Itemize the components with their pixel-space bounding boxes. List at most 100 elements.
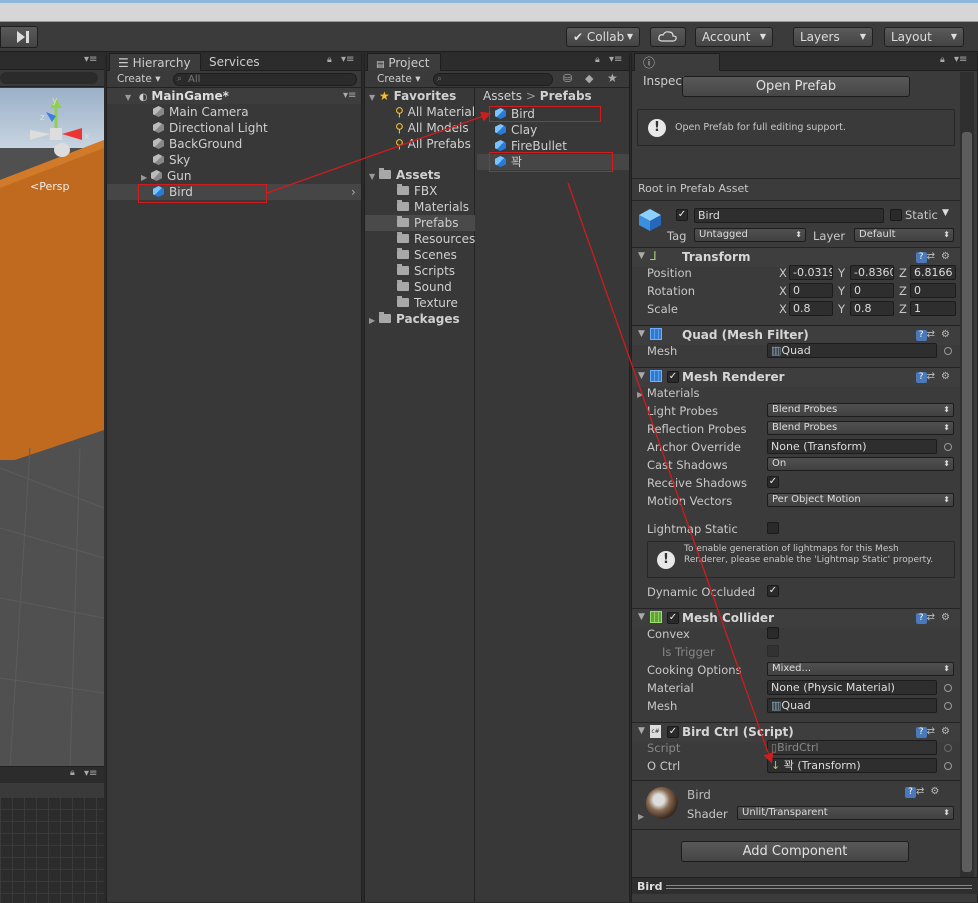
receive-shadows-checkbox[interactable]: ✓ [767, 476, 779, 488]
lock-icon[interactable]: 🔒︎ [940, 55, 945, 65]
list-item[interactable]: Main Camera [153, 104, 249, 120]
collab-button[interactable]: ✔ Collab ▼ [566, 27, 640, 47]
motion-vectors-dropdown[interactable]: Per Object Motion [767, 493, 954, 507]
position-z-field[interactable]: 6.8166 [910, 265, 956, 280]
scale-x-field[interactable]: 0.8 [789, 301, 833, 316]
bird-ctrl-enabled-checkbox[interactable]: ✓ [667, 726, 679, 738]
tab-services[interactable]: Services [201, 53, 268, 71]
chevron-right-icon[interactable]: › [351, 184, 356, 200]
preset-icon[interactable]: ⇄ [927, 726, 941, 737]
help-icon[interactable]: ? [915, 727, 927, 738]
scene-root-row[interactable]: ▼ ◐ MainGame* ▾≡ [107, 88, 361, 104]
help-icon[interactable]: ? [915, 372, 927, 383]
list-item[interactable]: Directional Light [153, 120, 268, 136]
persp-label[interactable]: <Persp [30, 180, 69, 193]
collapse-arrow-icon[interactable]: ▼ [638, 371, 645, 381]
inspector-scrollbar[interactable] [960, 72, 974, 884]
active-checkbox[interactable]: ✓ [676, 209, 688, 221]
help-icon[interactable]: ? [905, 787, 916, 798]
expand-arrow-icon[interactable]: ▼ [369, 90, 379, 106]
transform-header[interactable]: ▼ ⅃ Transform ? ⇄⚙ [632, 247, 960, 267]
help-icon[interactable]: ? [915, 330, 927, 341]
folder-item[interactable]: Sound [397, 279, 452, 295]
position-y-field[interactable]: -0.8360 [850, 265, 894, 280]
static-dropdown-icon[interactable]: ▼ [942, 208, 949, 218]
lock-icon[interactable]: 🔒︎ [327, 55, 332, 65]
favorite-star-icon[interactable]: ★ [607, 71, 618, 85]
mesh-collider-enabled-checkbox[interactable]: ✓ [667, 612, 679, 624]
breadcrumb-root[interactable]: Assets [483, 89, 522, 103]
lock-icon[interactable]: 🔒︎ [595, 55, 600, 65]
collapse-arrow-icon[interactable]: ▼ [638, 329, 645, 339]
panel-menu-icon[interactable]: ▾≡ [341, 54, 354, 65]
preset-icon[interactable]: ⇄ [927, 329, 941, 340]
layer-dropdown[interactable]: Default [854, 228, 954, 242]
help-icon[interactable]: ? [915, 252, 927, 263]
panel-menu-icon[interactable]: ▾≡ [84, 54, 97, 65]
list-item[interactable]: BackGround [153, 136, 242, 152]
rotation-y-field[interactable]: 0 [850, 283, 894, 298]
position-x-field[interactable]: -0.0319 [789, 265, 833, 280]
open-prefab-button[interactable]: Open Prefab [682, 76, 910, 97]
preset-icon[interactable]: ⇄ [927, 371, 941, 382]
expand-arrow-icon[interactable]: ▼ [369, 169, 379, 185]
octrl-field[interactable]: ↓ 꽉 (Transform) [767, 758, 937, 773]
project-search-input[interactable]: ⌕ [433, 73, 553, 86]
scale-y-field[interactable]: 0.8 [850, 301, 894, 316]
lightmap-static-checkbox[interactable] [767, 522, 779, 534]
cloud-button[interactable] [650, 27, 686, 47]
cooking-options-dropdown[interactable]: Mixed... [767, 662, 954, 676]
mesh-collider-header[interactable]: ▼ ✓ Mesh Collider ? ⇄⚙ [632, 608, 960, 628]
create-dropdown[interactable]: Create ▾ [377, 72, 421, 86]
create-dropdown[interactable]: Create ▾ [117, 72, 161, 86]
tab-project[interactable]: ▤ Project [367, 53, 441, 71]
materials-foldout[interactable]: ▶ Materials [637, 386, 700, 400]
object-picker-icon[interactable] [944, 702, 952, 710]
panel-menu-icon[interactable]: ▾≡ [609, 54, 622, 65]
collapse-arrow-icon[interactable]: ▼ [638, 726, 645, 736]
reflection-probes-dropdown[interactable]: Blend Probes [767, 421, 954, 435]
bird-ctrl-header[interactable]: ▼ c# ✓ Bird Ctrl (Script) ? ⇄⚙ [632, 722, 960, 742]
panel-menu-icon[interactable]: ▾≡ [954, 54, 967, 65]
folder-item[interactable]: Resources [397, 231, 475, 247]
preset-icon[interactable]: ⇄ [927, 612, 941, 623]
favorites-header[interactable]: ▼ ★ Favorites [369, 88, 456, 104]
favorite-item[interactable]: ⚲ All Prefabs [395, 136, 471, 152]
tag-dropdown[interactable]: Untagged [694, 228, 806, 242]
convex-checkbox[interactable] [767, 627, 779, 639]
object-picker-icon[interactable] [944, 443, 952, 451]
gear-icon[interactable]: ⚙ [930, 786, 945, 797]
folder-item[interactable]: Scripts [397, 263, 455, 279]
mesh-renderer-enabled-checkbox[interactable]: ✓ [667, 371, 679, 383]
collapse-arrow-icon[interactable]: ▼ [638, 612, 645, 622]
filter-label-icon[interactable]: ◆ [585, 72, 593, 85]
breadcrumb-leaf[interactable]: Prefabs [540, 89, 592, 103]
folder-item[interactable]: Scenes [397, 247, 457, 263]
preset-icon[interactable]: ⇄ [916, 786, 930, 797]
dynamic-occluded-checkbox[interactable]: ✓ [767, 585, 779, 597]
rotation-x-field[interactable]: 0 [789, 283, 833, 298]
gear-icon[interactable]: ⚙ [941, 726, 956, 737]
physic-material-field[interactable]: None (Physic Material) [767, 680, 937, 695]
preset-icon[interactable]: ⇄ [927, 251, 941, 262]
scene-gizmo[interactable]: y x z [26, 94, 96, 164]
gear-icon[interactable]: ⚙ [941, 329, 956, 340]
mesh-renderer-header[interactable]: ▼ ✓ Mesh Renderer ? ⇄⚙ [632, 367, 960, 387]
expand-arrow-icon[interactable]: ▶ [638, 812, 644, 821]
expand-arrow-icon[interactable]: ▼ [125, 90, 135, 106]
shader-dropdown[interactable]: Unlit/Transparent [737, 806, 954, 820]
list-item[interactable]: ▶ Gun [141, 168, 192, 184]
object-name-input[interactable]: Bird [694, 208, 884, 223]
expand-arrow-icon[interactable]: ▶ [369, 313, 379, 329]
object-picker-icon[interactable] [944, 684, 952, 692]
row-menu-icon[interactable]: ▾≡ [343, 88, 356, 104]
cast-shadows-dropdown[interactable]: On [767, 457, 954, 471]
mesh-filter-mesh-field[interactable]: ▥Quad [767, 343, 937, 358]
favorite-item[interactable]: ⚲ All Material [395, 104, 475, 120]
static-checkbox[interactable] [890, 209, 902, 221]
panel-menu-icon[interactable]: ▾≡ [84, 768, 97, 779]
favorite-item[interactable]: ⚲ All Models [395, 120, 469, 136]
gear-icon[interactable]: ⚙ [941, 612, 956, 623]
assets-header[interactable]: ▼ Assets [369, 167, 441, 183]
object-picker-icon[interactable] [944, 347, 952, 355]
